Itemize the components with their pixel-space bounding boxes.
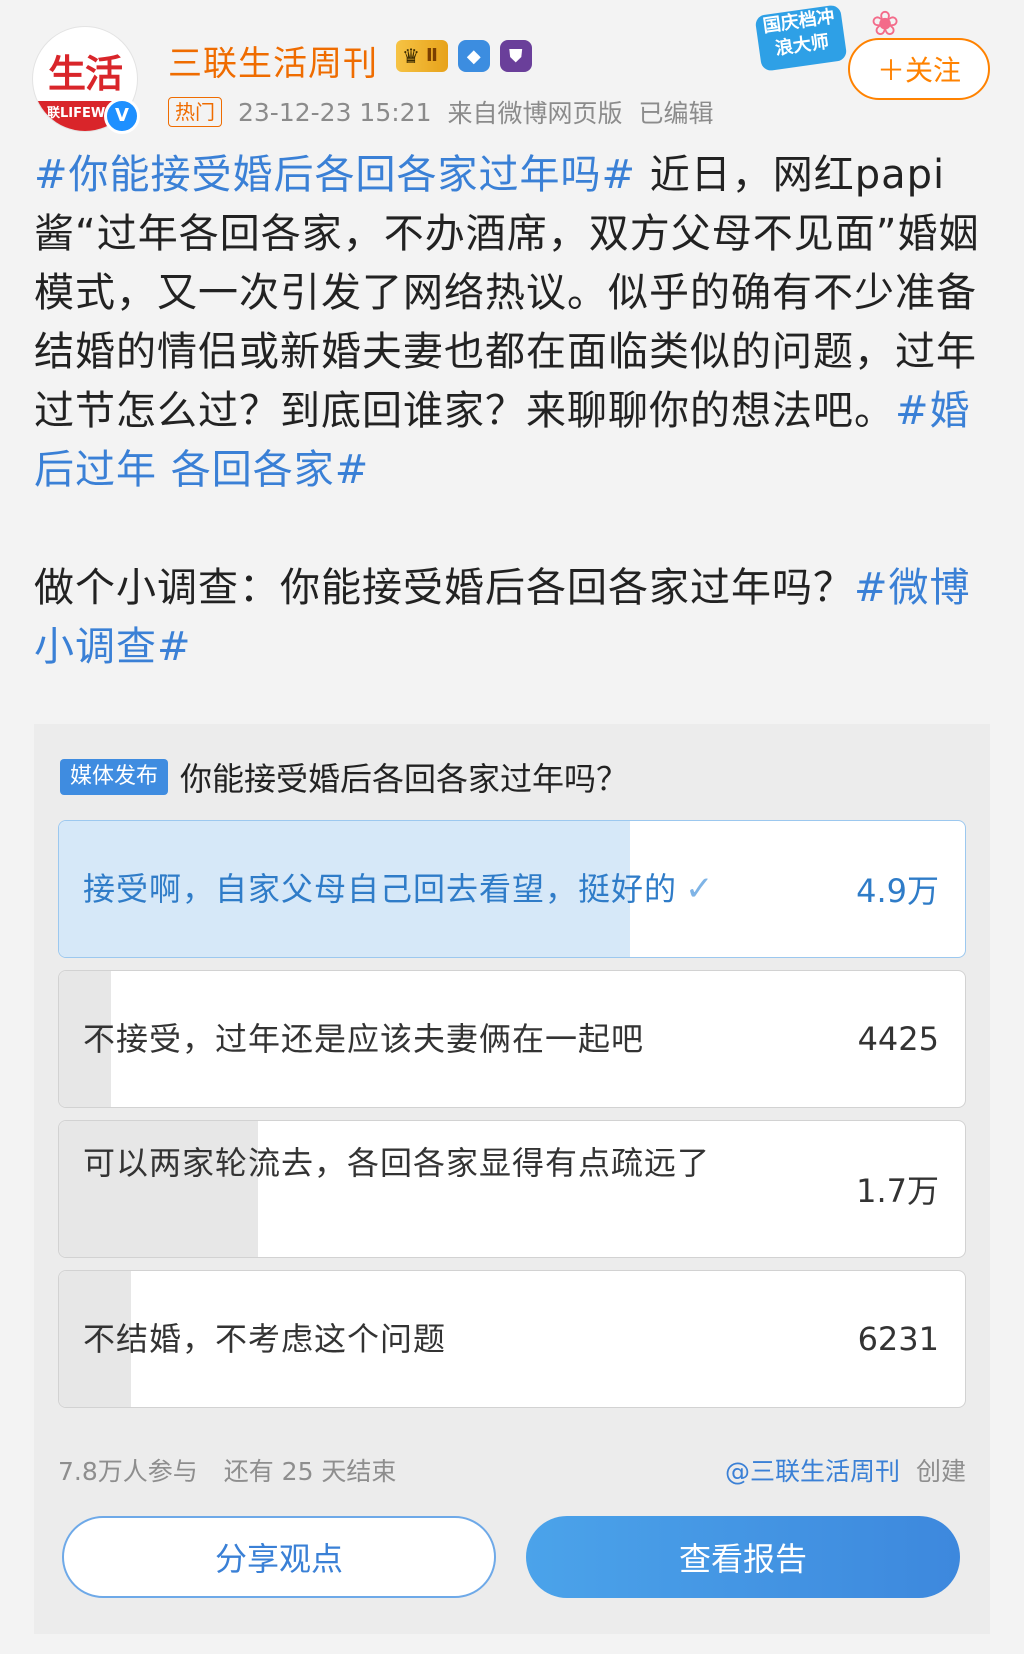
poll-option-1[interactable]: 接受啊，自家父母自己回去看望，挺好的 ✓ 4.9万 (58, 820, 966, 958)
post-paragraph-1: #你能接受婚后各回各家过年吗# 近日，网红papi酱“过年各回各家，不办酒席，双… (34, 146, 994, 500)
edited-label: 已编辑 (638, 99, 714, 128)
post-header: 生活 联LIFEW V 三联生活周刊 ♛ Ⅱ ◆ ⛊ 热门 23-12-23 1… (0, 0, 1024, 140)
member-level-text: Ⅱ (425, 45, 438, 66)
poll-option-label: 不接受，过年还是应该夫妻俩在一起吧 (83, 1020, 645, 1058)
media-tag: 媒体发布 (60, 759, 169, 795)
poll-remaining: 还有 25 天结束 (223, 1457, 397, 1486)
creator-mention-link[interactable]: @三联生活周刊 (725, 1457, 900, 1486)
poll-card: 媒体发布 你能接受婚后各回各家过年吗？ 接受啊，自家父母自己回去看望，挺好的 ✓ … (34, 724, 990, 1634)
hashtag-link[interactable]: #你能接受婚后各回各家过年吗# (34, 152, 636, 198)
poll-footer: 7.8万人参与 还有 25 天结束 @三联生活周刊 创建 (58, 1452, 966, 1488)
crown-icon: ♛ (402, 44, 420, 68)
member-level-badge[interactable]: ♛ Ⅱ (396, 40, 448, 72)
promo-text: 国庆档冲浪大师 (754, 4, 848, 72)
poll-participants: 7.8万人参与 (58, 1457, 198, 1486)
hot-tag: 热门 (168, 97, 222, 127)
post-time: 23-12-23 15:21 (238, 97, 432, 127)
poll-option-text: 接受啊，自家父母自己回去看望，挺好的 (83, 870, 678, 908)
poll-creator: @三联生活周刊 创建 (725, 1452, 966, 1488)
poll-option-count: 4425 (857, 1020, 939, 1058)
share-opinion-button[interactable]: 分享观点 (62, 1516, 496, 1598)
verified-icon: V (104, 98, 140, 134)
poll-option-4[interactable]: 不结婚，不考虑这个问题 6231 (58, 1270, 966, 1408)
post-meta: 热门 23-12-23 15:21 来自微博网页版 已编辑 (168, 94, 714, 130)
created-label: 创建 (915, 1457, 966, 1486)
blue-diamond-badge-icon[interactable]: ◆ (457, 40, 490, 72)
poll-option-count: 1.7万 (856, 1172, 939, 1210)
author-name[interactable]: 三联生活周刊 (168, 36, 378, 85)
poll-option-label: 接受啊，自家父母自己回去看望，挺好的 ✓ (83, 863, 773, 915)
poll-option-label: 不结婚，不考虑这个问题 (83, 1320, 447, 1358)
view-report-button[interactable]: 查看报告 (526, 1516, 960, 1598)
poll-option-count: 4.9万 (856, 872, 939, 910)
author-badges: ♛ Ⅱ ◆ ⛊ (396, 40, 532, 72)
post-text-2: 做个小调查：你能接受婚后各回各家过年吗？ (34, 565, 854, 611)
post-body: #你能接受婚后各回各家过年吗# 近日，网红papi酱“过年各回各家，不办酒席，双… (34, 146, 994, 677)
check-icon: ✓ (685, 869, 715, 909)
follow-button[interactable]: ＋关注 (848, 38, 990, 100)
post-source: 来自微博网页版 (447, 99, 623, 128)
poll-option-3[interactable]: 可以两家轮流去，各回各家显得有点疏远了 1.7万 (58, 1120, 966, 1258)
poll-question: 你能接受婚后各回各家过年吗？ (180, 760, 629, 798)
poll-option-2[interactable]: 不接受，过年还是应该夫妻俩在一起吧 4425 (58, 970, 966, 1108)
purple-shield-badge-icon[interactable]: ⛊ (499, 40, 532, 72)
poll-header: 媒体发布 你能接受婚后各回各家过年吗？ (60, 754, 628, 800)
poll-option-count: 6231 (857, 1320, 939, 1358)
poll-option-label: 可以两家轮流去，各回各家显得有点疏远了 (83, 1144, 711, 1182)
post-paragraph-2: 做个小调查：你能接受婚后各回各家过年吗？#微博小调查# (34, 559, 994, 677)
avatar-logo-text: 生活 (47, 51, 123, 96)
